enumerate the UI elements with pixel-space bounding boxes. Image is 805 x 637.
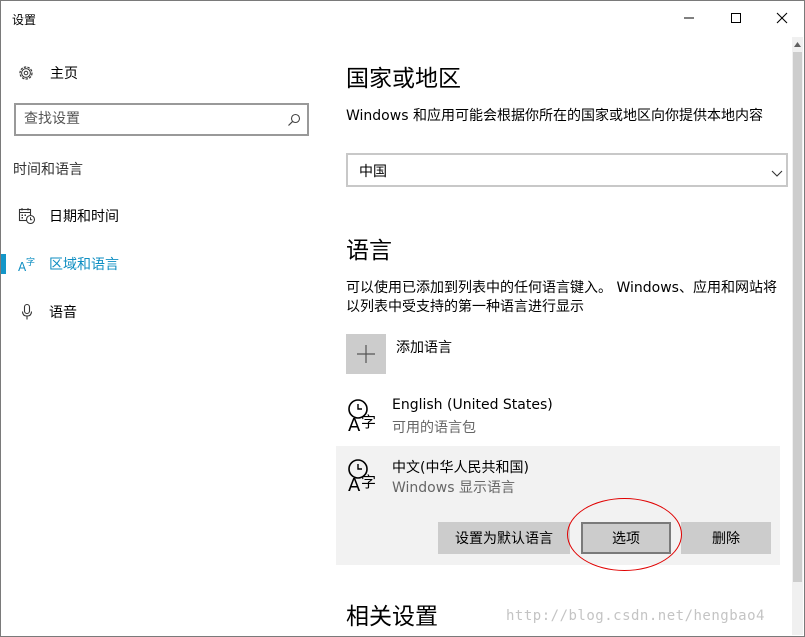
- set-default-language-button[interactable]: 设置为默认语言: [438, 522, 570, 554]
- sidebar-item-label: 语音: [49, 305, 77, 321]
- maximize-icon: [731, 13, 741, 23]
- region-description: Windows 和应用可能会根据你所在的国家或地区向你提供本地内容: [346, 108, 763, 124]
- language-name: English (United States): [392, 397, 553, 413]
- sidebar-item-speech[interactable]: 语音: [1, 295, 321, 329]
- language-status: Windows 显示语言: [392, 480, 515, 496]
- svg-text:字: 字: [26, 256, 35, 268]
- sidebar-item-region-language[interactable]: A 字 区域和语言: [1, 247, 321, 281]
- svg-text:A: A: [348, 475, 361, 493]
- nav-section-title: 时间和语言: [13, 162, 83, 178]
- gear-icon: [16, 63, 36, 83]
- maximize-button[interactable]: [713, 1, 759, 35]
- svg-text:A: A: [348, 415, 361, 433]
- scrollbar[interactable]: [792, 37, 803, 635]
- settings-window: 设置 主页 时间和语言: [0, 0, 805, 637]
- title-bar[interactable]: 设置: [1, 1, 804, 37]
- calendar-clock-icon: [17, 206, 37, 226]
- language-name: 中文(中华人民共和国): [392, 460, 529, 476]
- language-pack-icon: A 字: [348, 459, 376, 493]
- close-icon: [776, 12, 788, 24]
- sidebar-item-date-time[interactable]: 日期和时间: [1, 199, 321, 233]
- language-pack-icon: A 字: [348, 399, 376, 433]
- sidebar-item-label: 区域和语言: [49, 257, 119, 273]
- country-selected-value: 中国: [359, 164, 387, 180]
- add-language-label: 添加语言: [396, 340, 452, 356]
- region-title: 国家或地区: [346, 66, 461, 92]
- active-indicator: [1, 254, 6, 274]
- svg-text:字: 字: [361, 413, 376, 431]
- watermark: http://blog.csdn.net/hengbao4: [506, 608, 765, 624]
- search-box[interactable]: [14, 103, 309, 136]
- language-icon: A 字: [17, 254, 37, 274]
- language-status: 可用的语言包: [392, 420, 476, 436]
- plus-icon: [346, 334, 386, 374]
- svg-text:字: 字: [361, 473, 376, 491]
- related-settings-title: 相关设置: [346, 604, 438, 630]
- sidebar-item-label: 日期和时间: [49, 209, 119, 225]
- window-title: 设置: [12, 13, 37, 27]
- search-input[interactable]: [24, 110, 274, 128]
- add-language-button[interactable]: 添加语言: [346, 334, 646, 374]
- remove-button[interactable]: 删除: [681, 522, 771, 554]
- microphone-icon: [17, 302, 37, 322]
- minimize-icon: [684, 17, 694, 19]
- close-button[interactable]: [759, 1, 804, 35]
- search-icon[interactable]: [287, 112, 301, 131]
- annotation-circle: [567, 498, 682, 571]
- chevron-down-icon: [771, 163, 783, 182]
- language-title: 语言: [346, 238, 392, 264]
- minimize-button[interactable]: [666, 1, 712, 35]
- scrollbar-thumb[interactable]: [793, 52, 802, 582]
- scroll-up-arrow-icon[interactable]: [792, 37, 803, 51]
- language-description: 可以使用已添加到列表中的任何语言键入。 Windows、应用和网站将以列表中受支…: [346, 280, 777, 315]
- nav-home[interactable]: 主页: [16, 62, 78, 84]
- nav-home-label: 主页: [50, 66, 78, 82]
- country-dropdown[interactable]: 中国: [346, 153, 788, 187]
